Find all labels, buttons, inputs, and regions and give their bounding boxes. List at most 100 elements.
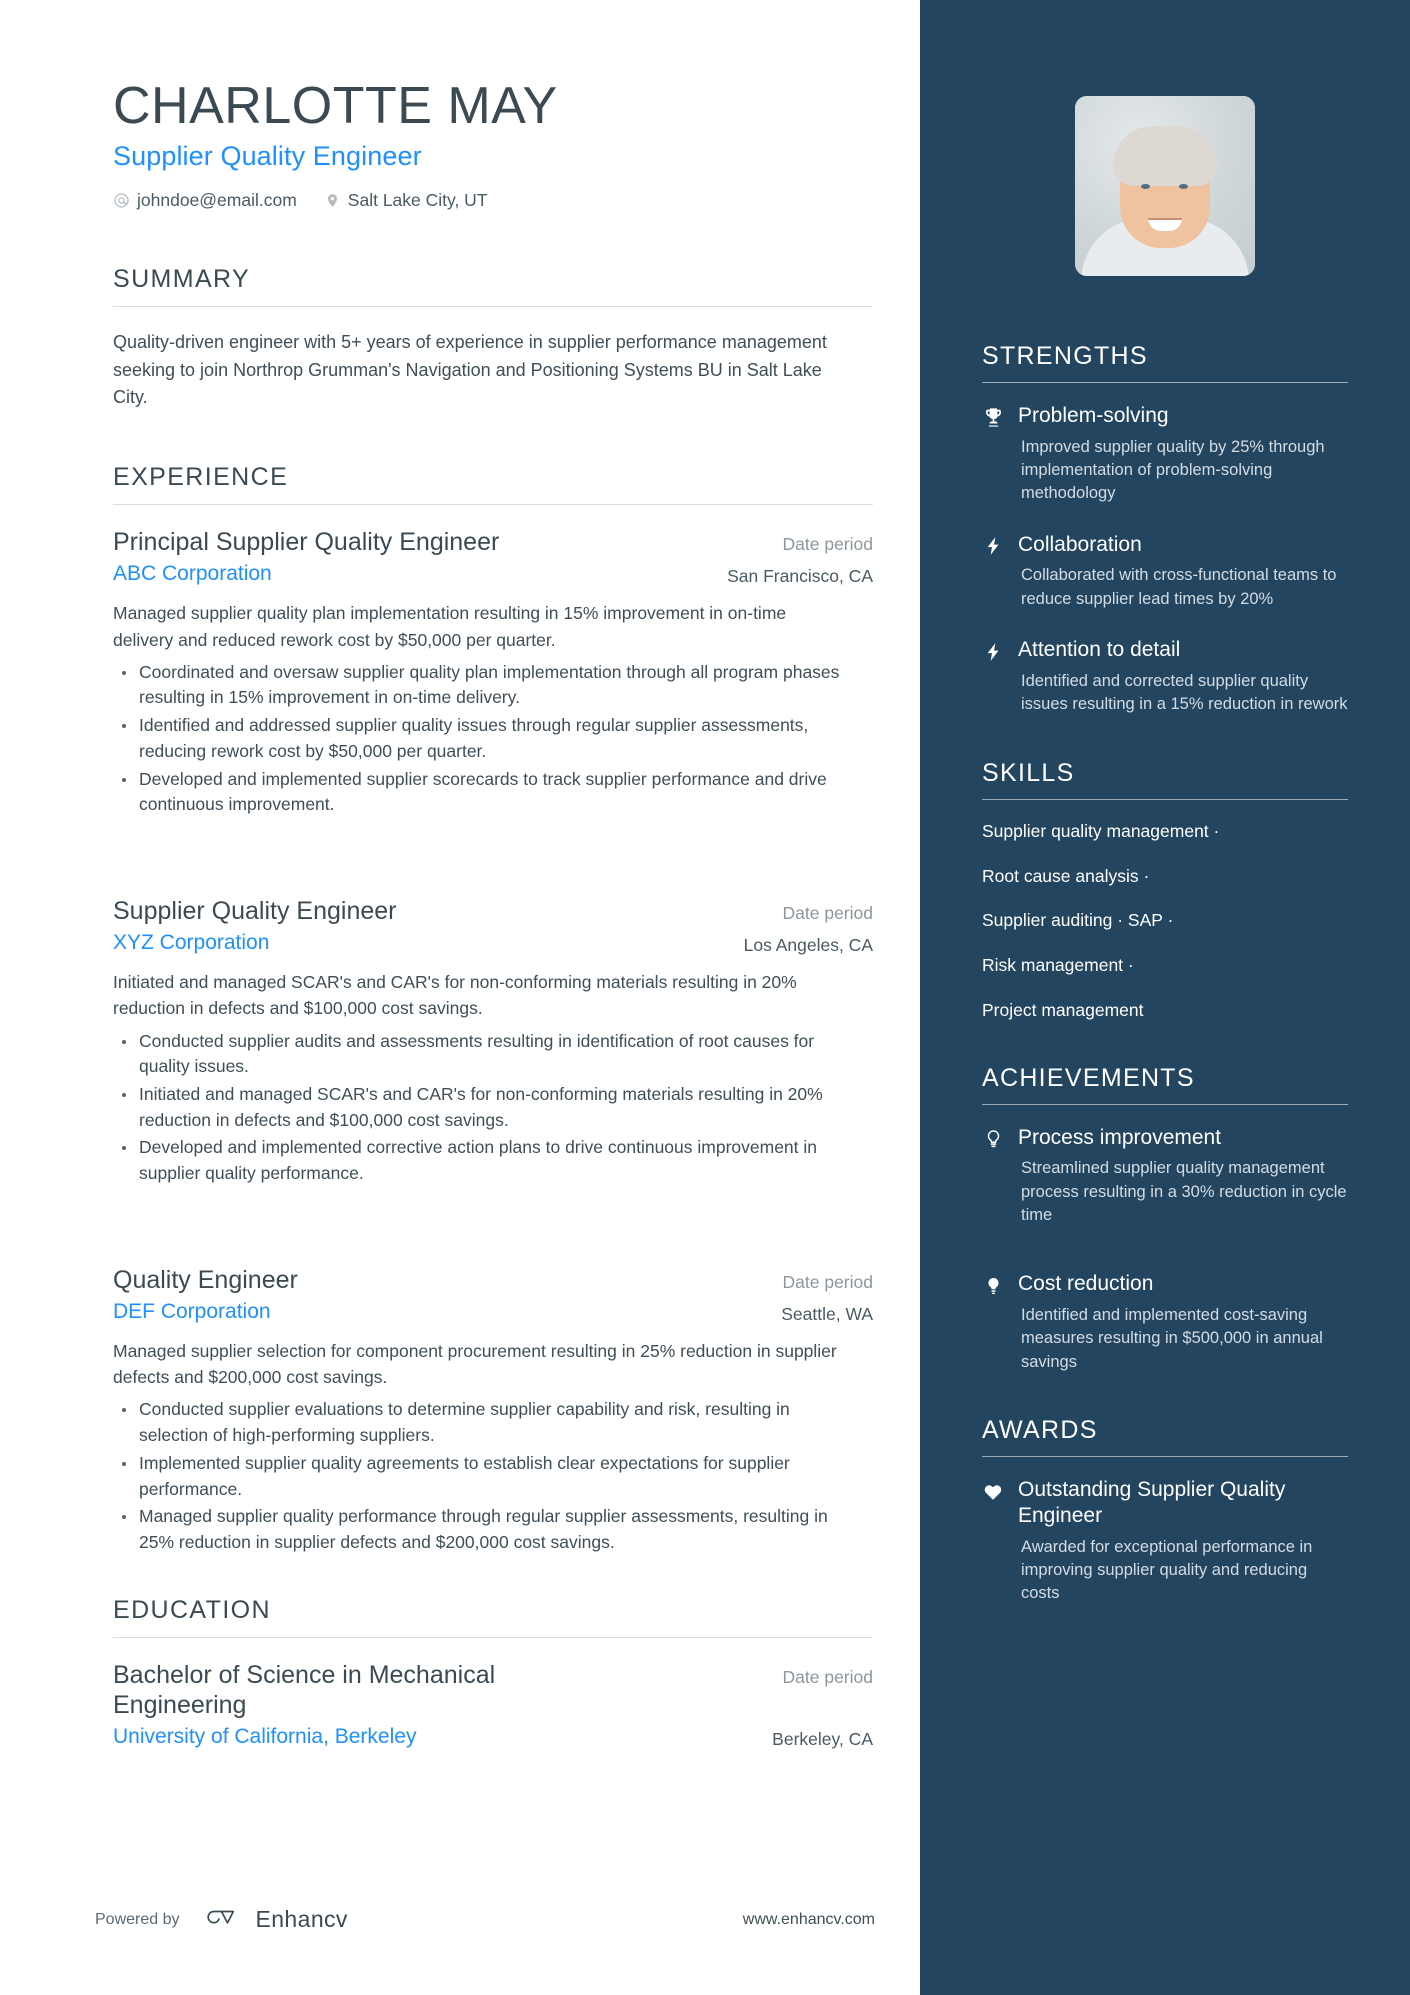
experience-heading: EXPERIENCE xyxy=(113,463,289,492)
strength-item: Attention to detail Identified and corre… xyxy=(982,637,1348,716)
resume-page: CHARLOTTE MAY Supplier Quality Engineer … xyxy=(0,0,1410,1995)
education-heading: EDUCATION xyxy=(113,1595,271,1624)
education-location: Berkeley, CA xyxy=(772,1728,873,1749)
experience-entry: Principal Supplier Quality Engineer Date… xyxy=(113,527,873,818)
experience-company[interactable]: ABC Corporation xyxy=(113,562,272,586)
strength-title: Attention to detail xyxy=(1018,638,1181,662)
experience-bullet-list: Conducted supplier audits and assessment… xyxy=(113,1029,873,1187)
strength-title: Collaboration xyxy=(1018,532,1142,556)
list-item: Managed supplier quality performance thr… xyxy=(113,1504,863,1555)
summary-text: Quality-driven engineer with 5+ years of… xyxy=(113,332,827,407)
achievement-item: Process improvement Streamlined supplier… xyxy=(982,1125,1348,1228)
experience-entry-subheader: DEF Corporation Seattle, WA xyxy=(113,1300,873,1325)
list-item: Coordinated and oversaw supplier quality… xyxy=(113,660,863,711)
awards-heading: AWARDS xyxy=(982,1416,1098,1445)
sidebar-column: STRENGTHS Problem-solving Improved suppl… xyxy=(920,0,1410,1995)
experience-entry-subheader: XYZ Corporation Los Angeles, CA xyxy=(113,931,873,956)
achievements-heading: ACHIEVEMENTS xyxy=(982,1063,1195,1092)
experience-divider xyxy=(113,504,873,506)
experience-location: Seattle, WA xyxy=(781,1303,873,1324)
skill-item: Risk management · xyxy=(982,955,1134,976)
experience-description: Initiated and managed SCAR's and CAR's f… xyxy=(113,972,797,1019)
achievements-divider xyxy=(982,1103,1348,1105)
achievement-body: Cost reduction Identified and implemente… xyxy=(1018,1271,1348,1374)
education-entry-header: Bachelor of Science in Mechanical Engine… xyxy=(113,1660,873,1720)
education-divider xyxy=(113,1636,873,1638)
list-item: Identified and addressed supplier qualit… xyxy=(113,713,863,764)
education-section: EDUCATION Bachelor of Science in Mechani… xyxy=(113,1596,920,1750)
experience-role: Supplier Quality Engineer xyxy=(113,897,397,926)
strengths-divider xyxy=(982,382,1348,383)
strength-item: Problem-solving Improved supplier qualit… xyxy=(982,403,1348,506)
avatar-hair xyxy=(1113,126,1217,186)
awards-section: AWARDS Outstanding Supplier Quality Engi… xyxy=(982,1416,1348,1605)
contact-location[interactable]: Salt Lake City, UT xyxy=(324,190,488,211)
achievement-description: Identified and implemented cost-saving m… xyxy=(1021,1306,1323,1371)
experience-role: Principal Supplier Quality Engineer xyxy=(113,528,500,557)
experience-description: Managed supplier quality plan implementa… xyxy=(113,603,787,650)
achievements-section: ACHIEVEMENTS Process improvement Streaml… xyxy=(982,1064,1348,1375)
lightbulb-icon xyxy=(982,1125,1004,1151)
achievement-item: Cost reduction Identified and implemente… xyxy=(982,1271,1348,1374)
footer-url[interactable]: www.enhancv.com xyxy=(743,1911,875,1929)
achievement-body: Process improvement Streamlined supplier… xyxy=(1018,1125,1348,1228)
skill-item: Supplier quality management · xyxy=(982,820,1220,841)
enhancv-brand[interactable]: Enhancv xyxy=(200,1904,348,1935)
experience-entry-header: Quality Engineer Date period xyxy=(113,1265,873,1295)
experience-entry: Quality Engineer Date period DEF Corpora… xyxy=(113,1265,873,1556)
experience-date: Date period xyxy=(782,534,873,555)
awards-divider xyxy=(982,1456,1348,1458)
main-content-column: CHARLOTTE MAY Supplier Quality Engineer … xyxy=(0,0,920,1995)
lightbulb-icon xyxy=(982,1271,1004,1297)
experience-company[interactable]: DEF Corporation xyxy=(113,1300,271,1324)
experience-section: EXPERIENCE Principal Supplier Quality En… xyxy=(113,463,920,1555)
powered-by-label: Powered by xyxy=(95,1910,180,1928)
education-date: Date period xyxy=(782,1666,873,1687)
skill-item: Project management xyxy=(982,999,1144,1020)
list-item: Developed and implemented supplier score… xyxy=(113,767,863,818)
page-footer: Powered by Enhancv www.enhancv.com xyxy=(95,1904,875,1935)
achievement-title: Process improvement xyxy=(1018,1125,1222,1149)
education-entry: Bachelor of Science in Mechanical Engine… xyxy=(113,1660,873,1750)
lightning-bolt-icon xyxy=(982,637,1004,663)
experience-location: Los Angeles, CA xyxy=(743,935,873,956)
education-school[interactable]: University of California, Berkeley xyxy=(113,1725,416,1749)
avatar-eye-right xyxy=(1179,184,1188,189)
skill-item: Root cause analysis · xyxy=(982,865,1150,886)
contact-email-text: johndoe@email.com xyxy=(137,190,297,211)
summary-divider xyxy=(113,306,873,308)
strength-description: Identified and corrected supplier qualit… xyxy=(1021,671,1348,714)
skills-section: SKILLS Supplier quality management · Roo… xyxy=(982,759,1348,1022)
list-item: Conducted supplier evaluations to determ… xyxy=(113,1397,863,1448)
list-item: Conducted supplier audits and assessment… xyxy=(113,1029,863,1080)
experience-date: Date period xyxy=(782,1271,873,1292)
experience-date: Date period xyxy=(782,903,873,924)
avatar-wrapper xyxy=(982,96,1348,276)
strengths-section: STRENGTHS Problem-solving Improved suppl… xyxy=(982,342,1348,717)
experience-entry-subheader: ABC Corporation San Francisco, CA xyxy=(113,562,873,587)
award-body: Outstanding Supplier Quality Engineer Aw… xyxy=(1018,1477,1348,1605)
trophy-icon xyxy=(982,403,1004,429)
strength-description: Collaborated with cross-functional teams… xyxy=(1021,566,1337,608)
strength-description: Improved supplier quality by 25% through… xyxy=(1021,437,1325,503)
enhancv-brand-name: Enhancv xyxy=(255,1906,348,1932)
skill-item: Supplier auditing · SAP · xyxy=(982,910,1174,931)
location-pin-icon xyxy=(324,192,341,209)
experience-location: San Francisco, CA xyxy=(727,566,873,587)
strength-title: Problem-solving xyxy=(1018,404,1169,427)
award-item: Outstanding Supplier Quality Engineer Aw… xyxy=(982,1477,1348,1605)
heart-icon xyxy=(982,1477,1004,1503)
strength-body: Problem-solving Improved supplier qualit… xyxy=(1018,403,1348,506)
skills-divider xyxy=(982,798,1348,800)
contact-email[interactable]: johndoe@email.com xyxy=(113,190,297,211)
experience-company[interactable]: XYZ Corporation xyxy=(113,931,269,955)
at-icon xyxy=(113,192,130,209)
experience-entry: Supplier Quality Engineer Date period XY… xyxy=(113,896,873,1187)
strength-body: Attention to detail Identified and corre… xyxy=(1018,637,1348,716)
strength-body: Collaboration Collaborated with cross-fu… xyxy=(1018,532,1348,611)
education-degree: Bachelor of Science in Mechanical Engine… xyxy=(113,1660,496,1719)
experience-entry-header: Supplier Quality Engineer Date period xyxy=(113,896,873,926)
